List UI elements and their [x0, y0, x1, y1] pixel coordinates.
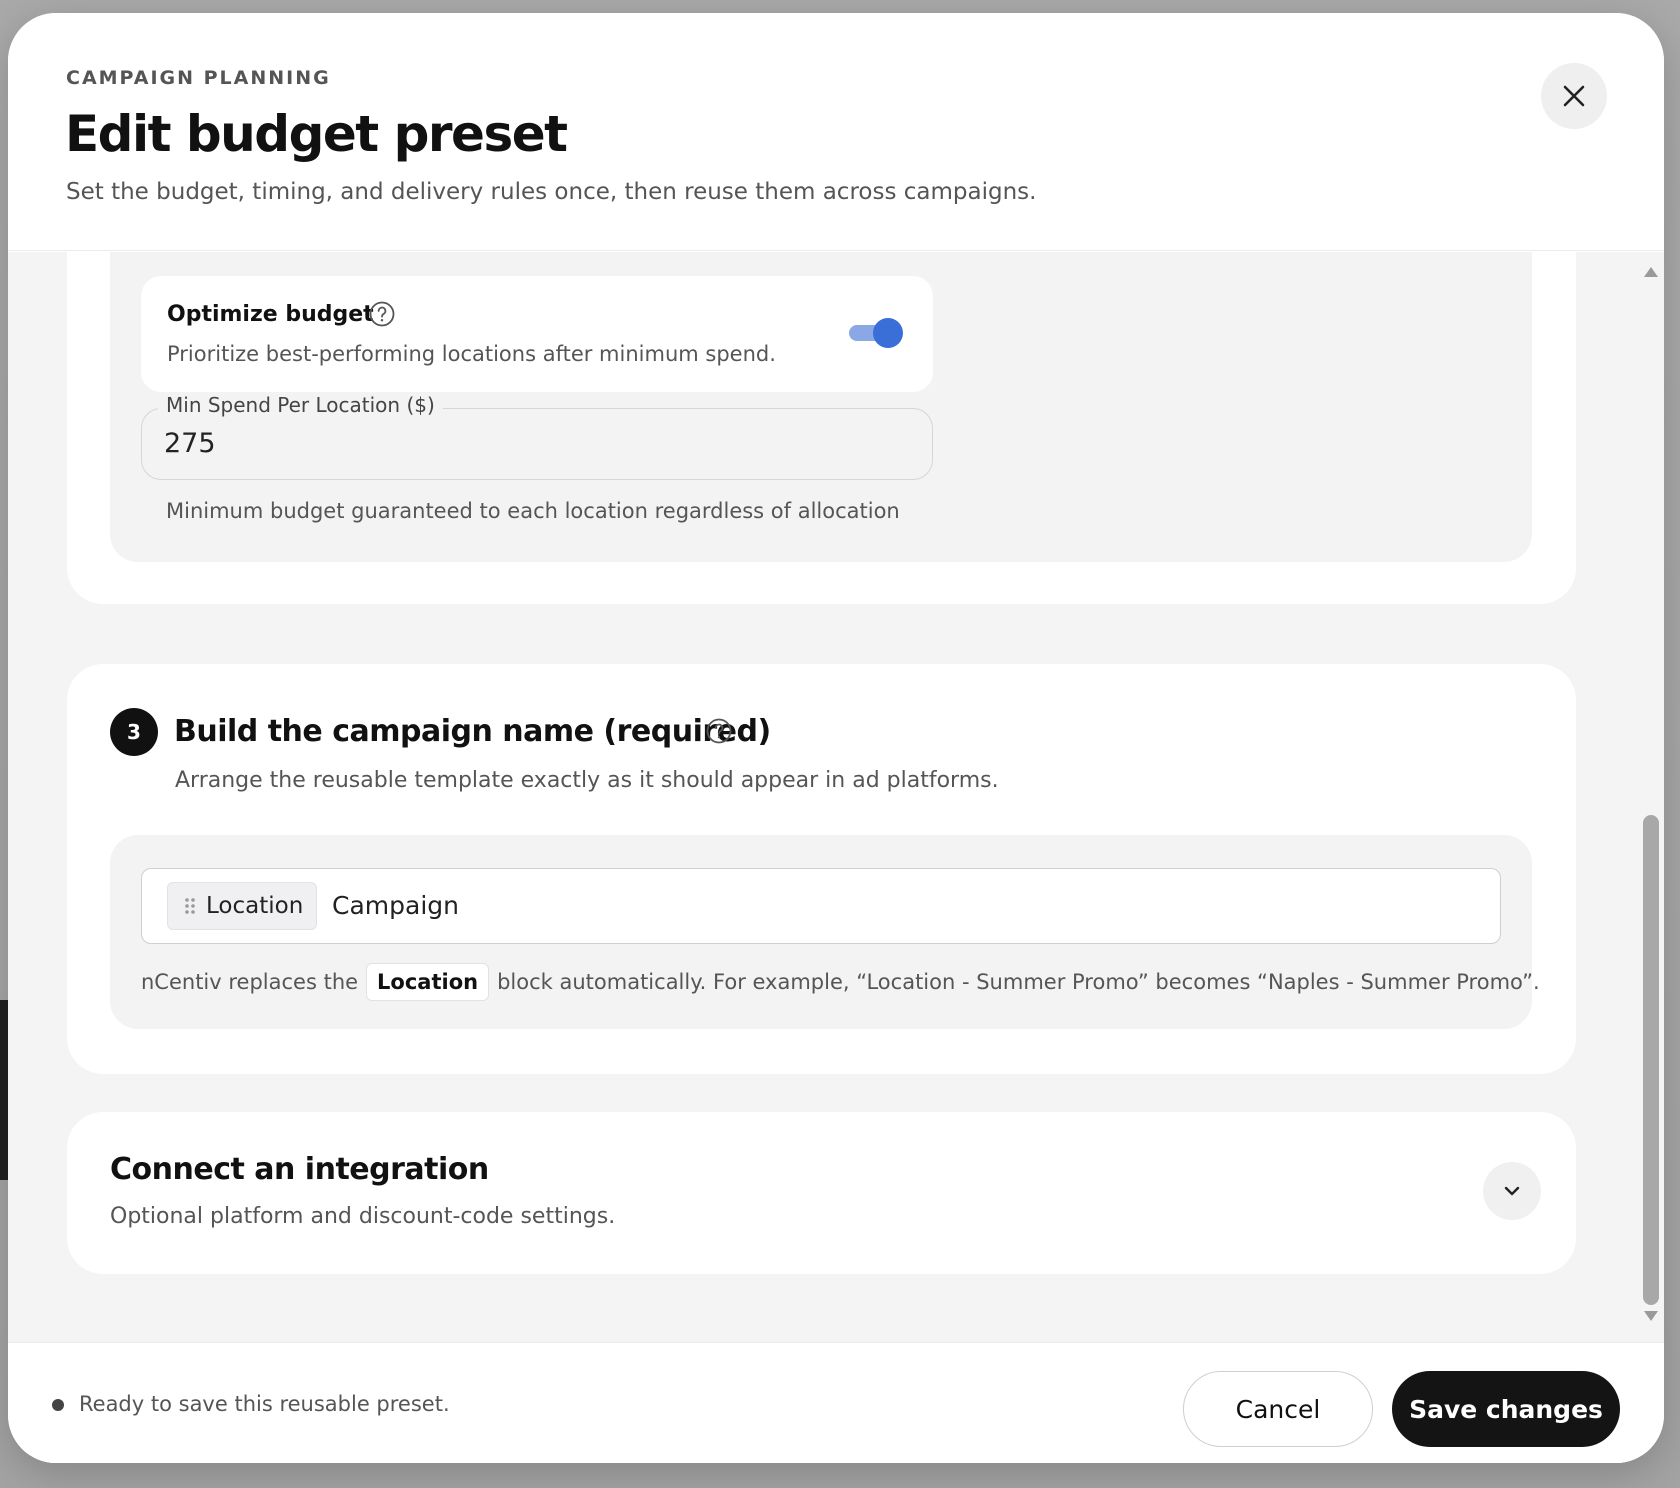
integration-title: Connect an integration — [110, 1152, 489, 1187]
toggle-knob — [873, 318, 903, 348]
help-icon[interactable] — [368, 300, 396, 328]
template-text: Campaign — [332, 891, 459, 920]
status-dot — [52, 1399, 64, 1411]
campaign-name-title: Build the campaign name (required) — [174, 714, 771, 749]
scrollbar[interactable] — [1636, 252, 1664, 1342]
budget-card: Optimize budget Prioritize best-performi… — [67, 252, 1576, 604]
min-spend-field: Min Spend Per Location ($) — [141, 393, 933, 480]
modal-scroll-body[interactable]: Optimize budget Prioritize best-performi… — [8, 252, 1664, 1342]
campaign-name-card: 3 Build the campaign name (required) Arr… — [67, 664, 1576, 1074]
location-token-chip[interactable]: Location — [167, 882, 317, 930]
campaign-name-description: Arrange the reusable template exactly as… — [175, 768, 999, 793]
edit-preset-modal: CAMPAIGN PLANNING Edit budget preset Set… — [8, 13, 1664, 1463]
name-template-help: nCentiv replaces the Location block auto… — [141, 962, 1540, 1002]
integration-description: Optional platform and discount-code sett… — [110, 1204, 616, 1229]
drag-handle-icon — [185, 898, 195, 914]
min-spend-help: Minimum budget guaranteed to each locati… — [166, 499, 900, 523]
min-spend-label: Min Spend Per Location ($) — [158, 393, 443, 417]
scroll-up-arrow[interactable] — [1644, 267, 1658, 277]
help-icon[interactable] — [705, 717, 733, 745]
scroll-down-arrow[interactable] — [1644, 1311, 1658, 1321]
chevron-down-icon — [1504, 1186, 1520, 1196]
optimize-budget-title: Optimize budget — [167, 302, 374, 327]
optimize-budget-box: Optimize budget Prioritize best-performi… — [141, 276, 933, 392]
close-icon — [1563, 85, 1585, 107]
eyebrow: CAMPAIGN PLANNING — [66, 67, 331, 89]
modal-header: CAMPAIGN PLANNING Edit budget preset Set… — [8, 13, 1664, 251]
save-changes-button[interactable]: Save changes — [1392, 1371, 1620, 1447]
location-token-label: Location — [206, 893, 304, 919]
help-text-before: nCentiv replaces the — [141, 970, 359, 994]
cancel-button[interactable]: Cancel — [1183, 1371, 1373, 1447]
optimize-budget-description: Prioritize best-performing locations aft… — [167, 342, 776, 366]
scroll-thumb[interactable] — [1643, 815, 1659, 1305]
status-text: Ready to save this reusable preset. — [79, 1392, 450, 1416]
help-text-after: block automatically. For example, “Locat… — [497, 970, 1540, 994]
step-badge: 3 — [110, 708, 158, 756]
inline-location-chip: Location — [366, 963, 490, 1001]
close-button[interactable] — [1541, 63, 1607, 129]
integration-expand-button[interactable] — [1483, 1162, 1541, 1220]
integration-card[interactable]: Connect an integration Optional platform… — [67, 1112, 1576, 1274]
modal-footer: Ready to save this reusable preset. Canc… — [8, 1342, 1664, 1463]
budget-inner-panel: Optimize budget Prioritize best-performi… — [110, 252, 1532, 562]
optimize-budget-toggle[interactable] — [849, 316, 903, 350]
modal-subtitle: Set the budget, timing, and delivery rul… — [66, 179, 1037, 205]
min-spend-input[interactable] — [164, 423, 904, 463]
name-template-panel: Location Campaign nCentiv replaces the L… — [110, 835, 1540, 1029]
name-template-field[interactable]: Location Campaign — [141, 868, 1501, 944]
modal-title: Edit budget preset — [65, 105, 568, 163]
